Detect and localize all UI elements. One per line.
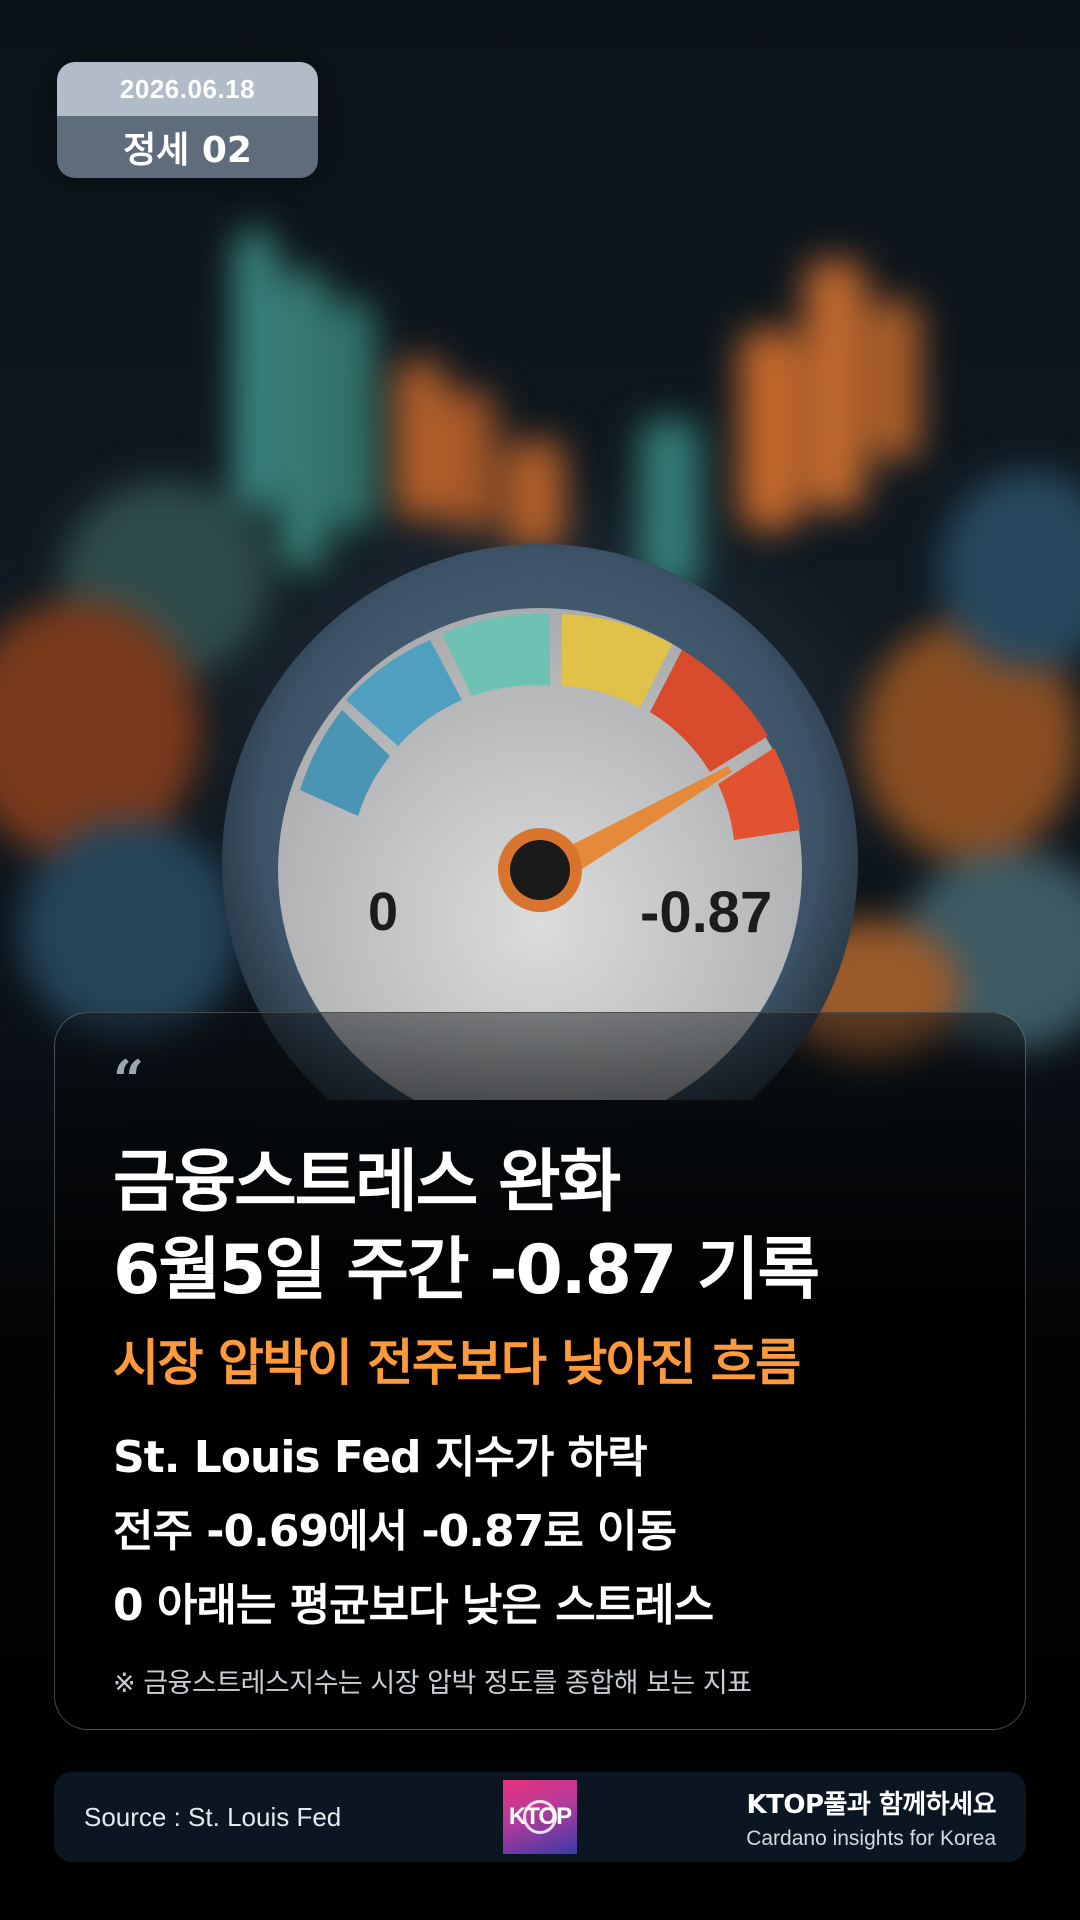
body-line-1: St. Louis Fed 지수가 하락 [113, 1432, 648, 1483]
body-line-3: 0 아래는 평균보다 낮은 스트레스 [113, 1580, 714, 1631]
headline-line-1: 금융스트레스 완화 [113, 1143, 621, 1222]
source-text: Source : St. Louis Fed [84, 1801, 342, 1832]
date-badge: 2026.06.18 정세 02 [57, 62, 318, 178]
body-text: St. Louis Fed 지수가 하락 전주 -0.69에서 -0.87로 이… [113, 1421, 993, 1643]
headline-line-2: 6월5일 주간 -0.87 기록 [113, 1231, 820, 1310]
badge-date: 2026.06.18 [57, 62, 318, 116]
brand-title: KTOP풀과 함께하세요 [746, 1790, 996, 1820]
headline: 금융스트레스 완화 6월5일 주간 -0.87 기록 [113, 1139, 993, 1315]
badge-label: 정세 02 [57, 116, 318, 178]
footer-bar: Source : St. Louis Fed KTOP KTOP풀과 함께하세요… [54, 1772, 1026, 1862]
logo-text: KTOP [508, 1803, 572, 1830]
gauge-zero-label: 0 [368, 882, 398, 942]
footnote: ※ 금융스트레스지수는 시장 압박 정도를 종합해 보는 지표 [113, 1668, 752, 1699]
brand-subtitle: Cardano insights for Korea [746, 1827, 996, 1850]
gauge-value-label: -0.87 [640, 880, 772, 945]
brand-block: KTOP풀과 함께하세요 Cardano insights for Korea [746, 1784, 996, 1851]
body-line-2: 전주 -0.69에서 -0.87로 이동 [113, 1506, 677, 1557]
quote-icon: “ [113, 1048, 145, 1112]
subheadline: 시장 압박이 전주보다 낮아진 흐름 [113, 1334, 801, 1392]
info-card: “ 금융스트레스 완화 6월5일 주간 -0.87 기록 시장 압박이 전주보다… [54, 1012, 1026, 1730]
ktop-logo: KTOP [503, 1780, 577, 1854]
